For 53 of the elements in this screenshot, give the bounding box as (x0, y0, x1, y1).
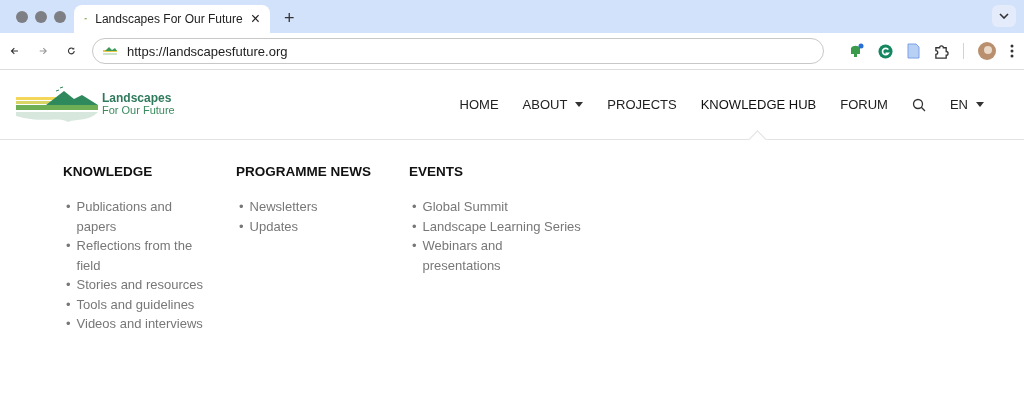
forward-arrow-icon[interactable] (38, 45, 48, 57)
list-bullet: • (66, 198, 71, 216)
list-bullet: • (66, 237, 71, 255)
list-bullet: • (412, 217, 417, 236)
list-bullet: • (66, 295, 71, 314)
menu-link[interactable]: Updates (249, 216, 298, 236)
menu-link[interactable]: Global Summit (422, 197, 508, 217)
nav-link[interactable]: ABOUT (522, 97, 568, 112)
menu-heading: PROGRAMME NEWS (236, 164, 372, 179)
nav-link[interactable]: FORUM (840, 97, 888, 112)
new-tab-button[interactable]: + (284, 8, 295, 29)
menu-link[interactable]: Publications and papers (76, 197, 209, 236)
logo-title: Landscapes (102, 92, 173, 105)
back-arrow-icon[interactable] (10, 45, 19, 57)
list-bullet: • (66, 276, 71, 294)
url-text: https://landscapesfuture.org (127, 43, 288, 59)
browser-tab[interactable]: Landscapes For Our Future × (74, 5, 270, 33)
window-minimize-dot[interactable] (35, 11, 47, 23)
nav-link[interactable]: HOME (459, 97, 499, 112)
menu-link[interactable]: Reflections from the field (76, 236, 209, 275)
reload-icon[interactable] (67, 45, 76, 57)
menu-link[interactable]: Newsletters (249, 197, 318, 217)
search-icon[interactable] (911, 97, 926, 112)
menu-link[interactable]: Tools and guidelines (76, 294, 195, 314)
window-close-dot[interactable] (16, 11, 28, 23)
list-bullet: • (412, 198, 417, 216)
window-zoom-dot[interactable] (54, 11, 66, 23)
menu-heading: EVENTS (409, 164, 464, 179)
menu-link[interactable]: Webinars and presentations (422, 236, 582, 275)
list-bullet: • (66, 315, 71, 333)
profile-avatar-icon[interactable] (978, 42, 996, 60)
nav-link[interactable]: PROJECTS (607, 97, 677, 112)
language-selector[interactable]: EN (949, 97, 968, 112)
puzzle-piece-icon[interactable] (934, 43, 949, 59)
menu-link[interactable]: Videos and interviews (76, 314, 203, 334)
tab-close-button[interactable]: × (250, 10, 260, 28)
tab-title: Landscapes For Our Future (95, 12, 243, 26)
chevron-down-icon (999, 13, 1009, 19)
grammar-check-icon[interactable] (878, 43, 893, 59)
menu-heading: KNOWLEDGE (63, 164, 154, 179)
site-logo[interactable]: Landscapes For Our Future (16, 84, 175, 125)
caret-down-icon[interactable] (976, 102, 984, 107)
menu-link[interactable]: Stories and resources (76, 275, 203, 295)
more-menu-icon[interactable] (1010, 44, 1014, 58)
caret-down-icon[interactable] (575, 102, 584, 107)
nav-link[interactable]: KNOWLEDGE HUB (700, 97, 817, 112)
list-bullet: • (239, 198, 244, 216)
list-bullet: • (239, 217, 244, 236)
logo-subtitle: For Our Future (102, 105, 175, 117)
menu-link[interactable]: Landscape Learning Series (422, 216, 581, 236)
tab-list-button[interactable] (992, 5, 1016, 27)
landscape-logo-icon (16, 84, 98, 125)
list-bullet: • (412, 237, 417, 255)
